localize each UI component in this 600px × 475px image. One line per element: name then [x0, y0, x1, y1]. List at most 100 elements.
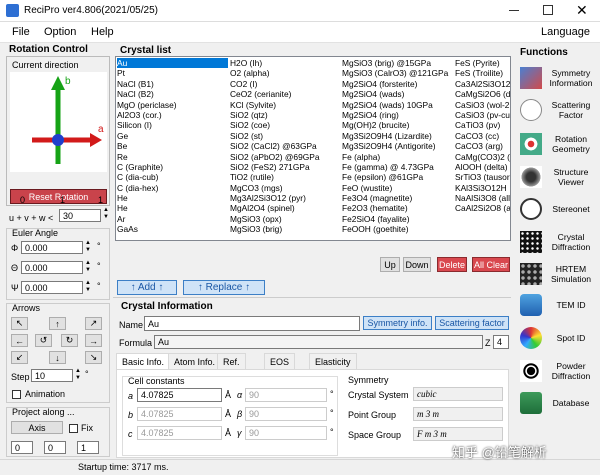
crystal-list-item[interactable]: CaSiO3 (pv-cu	[455, 110, 510, 120]
crystal-list-item[interactable]: Mg(OH)2 (brucite)	[342, 120, 454, 130]
fix-checkbox[interactable]	[69, 424, 78, 433]
crystal-list-item[interactable]: CaMg(CO3)2 (	[455, 152, 510, 162]
crystal-list-item[interactable]: C (Graphite)	[117, 162, 228, 172]
crystal-list-item[interactable]: SiO2 (qtz)	[230, 110, 341, 120]
cell-alpha-input[interactable]: 90	[245, 388, 327, 402]
tab-atom-info[interactable]: Atom Info.	[168, 353, 222, 370]
arrow-down-left-button[interactable]: ↙	[11, 351, 28, 364]
cell-a-input[interactable]: 4.07825	[137, 388, 222, 402]
menu-help[interactable]: Help	[91, 26, 114, 38]
crystal-system-select[interactable]: cubic	[413, 387, 503, 401]
crystal-list-item[interactable]: Fe2SiO4 (fayalite)	[342, 214, 454, 224]
up-button[interactable]: Up	[380, 257, 400, 272]
crystal-list-item[interactable]: Silicon (I)	[117, 120, 228, 130]
tab-basic-info[interactable]: Basic Info.	[116, 353, 171, 370]
project-u-input[interactable]: 0	[11, 441, 33, 454]
crystal-list-item[interactable]: Mg2SiO4 (forsterite)	[342, 79, 454, 89]
crystal-list-item[interactable]: CaMgSi2O6 (d	[455, 89, 510, 99]
crystal-list-item[interactable]: C (dia-cub)	[117, 172, 228, 182]
crystal-list-item[interactable]: O2 (alpha)	[230, 68, 341, 78]
animation-checkbox[interactable]	[12, 390, 21, 399]
crystal-list-item[interactable]: CeO2 (cerianite)	[230, 89, 341, 99]
function-spot-id[interactable]: Spot ID	[516, 322, 600, 353]
scattering-factor-button[interactable]: Scattering factor	[435, 316, 509, 330]
project-v-input[interactable]: 0	[44, 441, 66, 454]
tab-elasticity[interactable]: Elasticity	[309, 353, 357, 370]
crystal-list-item[interactable]: Fe (epsilon) @61GPa	[342, 172, 454, 182]
crystal-list-item[interactable]: Al2O3 (cor.)	[117, 110, 228, 120]
crystal-list[interactable]: Au Pt NaCl (B1) NaCl (B2) MgO (periclase) Al2…	[115, 56, 511, 241]
function-scattering-factor[interactable]: Scattering Factor	[516, 94, 600, 125]
crystal-list-item[interactable]: FeS (Pyrite)	[455, 58, 510, 68]
function-crystal-diffraction[interactable]: Crystal Diffraction	[516, 226, 600, 257]
crystal-list-item[interactable]: GaAs	[117, 224, 228, 234]
function-powder-diffraction[interactable]: Powder Diffraction	[516, 355, 600, 386]
arrow-left-button[interactable]: ←	[11, 334, 28, 347]
psi-spinner-icon[interactable]: ▲ ▼	[85, 280, 91, 294]
arrow-up-button[interactable]: ↑	[49, 317, 66, 330]
crystal-list-item[interactable]: CaTiO3 (pv)	[455, 120, 510, 130]
crystal-list-item[interactable]: Fe (gamma) @ 4.73GPa	[342, 162, 454, 172]
maximize-icon[interactable]	[543, 5, 553, 15]
crystal-list-item[interactable]: CaCO3 (cc)	[455, 131, 510, 141]
crystal-list-item[interactable]: MgSiO3 (CalrO3) @121GPa	[342, 68, 454, 78]
crystal-list-item[interactable]: AlOOH (delta)	[455, 162, 510, 172]
rotate-ccw-button[interactable]: ↺	[35, 334, 52, 347]
function-tem-id[interactable]: TEM ID	[516, 289, 600, 320]
crystal-list-item[interactable]: Ca3Al2Si3O12	[455, 79, 510, 89]
cell-c-input[interactable]: 4.07825	[137, 426, 222, 440]
arrow-down-button[interactable]: ↓	[49, 351, 66, 364]
crystal-list-item[interactable]: Fe3O4 (magnetite)	[342, 193, 454, 203]
crystal-list-item[interactable]: Ar	[117, 214, 228, 224]
crystal-list-item[interactable]: H2O (Ih)	[230, 58, 341, 68]
tab-eos[interactable]: EOS	[264, 353, 296, 370]
down-button[interactable]: Down	[403, 257, 431, 272]
function-database[interactable]: Database	[516, 387, 600, 418]
crystal-list-item[interactable]: Mg3Si2O9H4 (Antigorite)	[342, 141, 454, 151]
formula-input[interactable]: Au	[154, 335, 483, 349]
crystal-list-item[interactable]: SrTiO3 (tausor	[455, 172, 510, 182]
z-input[interactable]: 4	[493, 335, 509, 349]
crystal-list-item[interactable]: He	[117, 193, 228, 203]
crystal-list-item[interactable]: Au	[117, 58, 228, 69]
crystal-list-item[interactable]: SiO2 (st)	[230, 131, 341, 141]
theta-spinner-icon[interactable]: ▲ ▼	[85, 260, 91, 274]
crystal-list-item[interactable]: FeO (wustite)	[342, 183, 454, 193]
space-group-select[interactable]: F m 3 m	[413, 427, 503, 441]
cell-beta-input[interactable]: 90	[245, 407, 327, 421]
crystal-list-item[interactable]: CaSiO3 (wol-2	[455, 100, 510, 110]
symmetry-info-button[interactable]: Symmetry info.	[363, 316, 432, 330]
replace-button[interactable]: ↑ Replace ↑	[183, 280, 265, 295]
euler-theta-input[interactable]: 0.000	[21, 261, 83, 274]
minimize-icon[interactable]	[509, 10, 519, 11]
delete-button[interactable]: Delete	[437, 257, 467, 272]
function-hrtem-simulation[interactable]: HRTEM Simulation	[516, 258, 600, 289]
arrow-down-right-button[interactable]: ↘	[85, 351, 102, 364]
function-rotation-geometry[interactable]: Rotation Geometry	[516, 128, 600, 159]
crystal-list-item[interactable]: Mg2SiO4 (wads) 10GPa	[342, 100, 454, 110]
uvw-spinner-icon[interactable]: ▲ ▼	[103, 207, 109, 221]
menu-option[interactable]: Option	[44, 26, 76, 38]
function-stereonet[interactable]: Stereonet	[516, 193, 600, 224]
crystal-list-item[interactable]: NaAlSi3O8 (all	[455, 193, 510, 203]
arrow-up-left-button[interactable]: ↖	[11, 317, 28, 330]
rotate-cw-button[interactable]: ↻	[61, 334, 78, 347]
axis-button[interactable]: Axis	[11, 421, 63, 434]
crystal-list-item[interactable]: Be	[117, 141, 228, 151]
crystal-list-item[interactable]: CaAl2Si2O8 (a	[455, 203, 510, 213]
arrow-right-button[interactable]: →	[85, 334, 102, 347]
point-group-select[interactable]: m 3 m	[413, 407, 503, 421]
crystal-list-item[interactable]: MgO (periclase)	[117, 100, 228, 110]
crystal-list-item[interactable]: He	[117, 203, 228, 213]
crystal-list-item[interactable]: Fe2O3 (hematite)	[342, 203, 454, 213]
arrow-up-right-button[interactable]: ↗	[85, 317, 102, 330]
crystal-list-item[interactable]: Mg2SiO4 (wads)	[342, 89, 454, 99]
crystal-list-item[interactable]: KAl3Si3O12H	[455, 183, 510, 193]
euler-psi-input[interactable]: 0.000	[21, 281, 83, 294]
crystal-list-item[interactable]: Ge	[117, 131, 228, 141]
crystal-list-item[interactable]: C (dia-hex)	[117, 183, 228, 193]
crystal-list-item[interactable]: KCl (Sylvite)	[230, 100, 341, 110]
crystal-list-item[interactable]: Mg3Si2O9H4 (Lizardite)	[342, 131, 454, 141]
crystal-list-item[interactable]: MgSiO3 (opx)	[230, 214, 341, 224]
all-clear-button[interactable]: All Clear	[472, 257, 510, 272]
